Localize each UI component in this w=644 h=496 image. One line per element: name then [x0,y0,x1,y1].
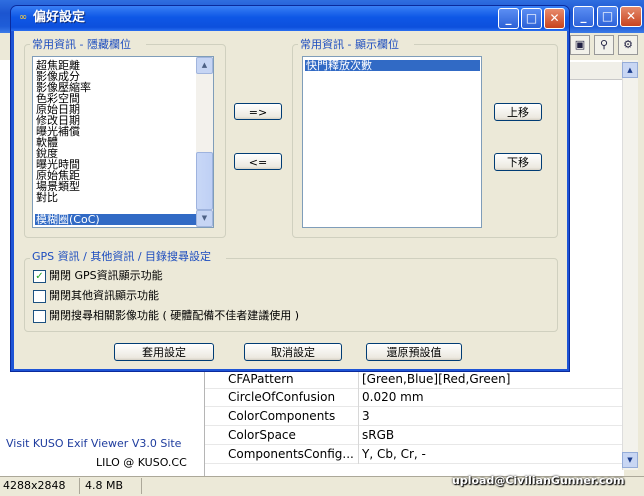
app-minimize-button[interactable]: _ [573,6,594,27]
add-column-button[interactable]: => [234,103,282,120]
maximize-button[interactable]: □ [521,8,542,29]
scroll-up-icon[interactable]: ▲ [622,62,638,78]
hidden-columns-label: 常用資訊 - 隱藏欄位 [30,38,146,52]
remove-column-button[interactable]: <= [234,153,282,170]
grid-property-value: 0.020 mm [358,387,622,407]
grid-property-name: ColorComponents [228,409,336,423]
list-item-selected[interactable]: 模糊圈(CoC) [35,214,196,225]
grid-property-name: ColorSpace [228,428,296,442]
gps-info-checkbox-label[interactable]: 開閉 GPS資訊顯示功能 [49,269,229,283]
settings-icon[interactable]: ⚙ [618,35,638,55]
visible-columns-list[interactable]: 快門釋放次數 [302,56,482,228]
reset-defaults-button[interactable]: 還原預設值 [366,343,462,361]
watermark: upload@CivilianGunner.com [452,474,625,487]
search-icon[interactable]: ⚲ [594,35,614,55]
list-item[interactable]: 對比 [36,192,58,203]
other-info-checkbox-label[interactable]: 開閉其他資訊顯示功能 [49,289,229,303]
site-link[interactable]: Visit KUSO Exif Viewer V3.0 Site [6,437,206,451]
visible-columns-label: 常用資訊 - 顯示欄位 [298,38,414,52]
gps-settings-label: GPS 資訊 / 其他資訊 / 目錄搜尋設定 [30,250,226,264]
grid-scrollbar[interactable] [622,60,638,470]
app-logo-icon: ∞ [18,12,28,23]
app-maximize-button[interactable]: □ [597,6,618,27]
credit-text: LILO @ KUSO.CC [96,456,187,469]
grid-property-value: Y, Cb, Cr, - [358,444,622,464]
grid-property-value: [Green,Blue][Red,Green] [358,369,622,389]
gps-info-checkbox[interactable]: ✓ [33,270,46,283]
scroll-down-icon[interactable]: ▼ [622,452,638,468]
app-close-button[interactable]: ✕ [620,6,642,27]
scroll-up-icon[interactable]: ▲ [196,57,213,74]
status-filesize: 4.8 MB [82,478,142,494]
grid-property-name: CFAPattern [228,372,294,386]
other-info-checkbox[interactable] [33,290,46,303]
dialog-title: 偏好設定 [33,10,86,25]
related-image-search-checkbox-label[interactable]: 開閉搜尋相關影像功能 ( 硬體配備不佳者建議使用 ) [49,309,349,323]
grid-property-name: ComponentsConfig... [228,447,354,461]
apply-button[interactable]: 套用設定 [114,343,214,361]
close-button[interactable]: ✕ [544,8,565,29]
scroll-down-icon[interactable]: ▼ [196,210,213,227]
cancel-button[interactable]: 取消設定 [244,343,342,361]
move-up-button[interactable]: 上移 [494,103,542,121]
list-item-selected[interactable]: 快門釋放次數 [305,60,480,71]
save-icon[interactable]: ▣ [570,35,590,55]
hidden-columns-list[interactable]: 超焦距離 影像成分 影像壓縮率 色彩空間 原始日期 修改日期 曝光補償 軟體 銳… [32,56,214,228]
grid-property-value: 3 [358,406,622,426]
scroll-thumb[interactable] [196,152,213,210]
minimize-button[interactable]: _ [498,8,519,29]
related-image-search-checkbox[interactable] [33,310,46,323]
grid-property-value: sRGB [358,425,622,445]
grid-property-name: CircleOfConfusion [228,390,336,404]
move-down-button[interactable]: 下移 [494,153,542,171]
status-dimensions: 4288x2848 [0,478,80,494]
